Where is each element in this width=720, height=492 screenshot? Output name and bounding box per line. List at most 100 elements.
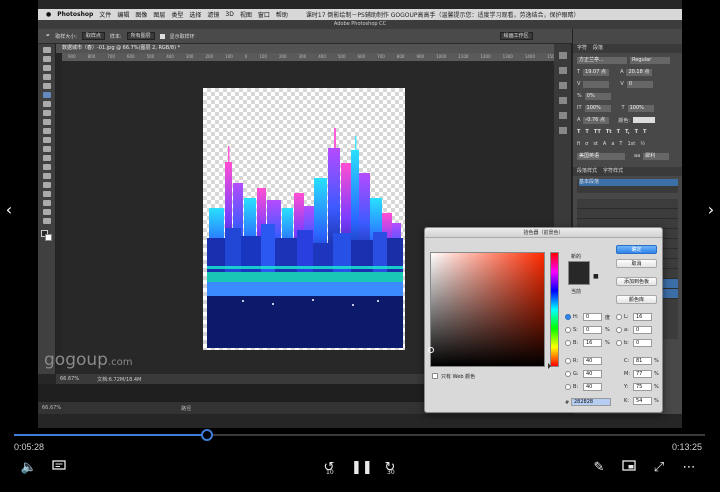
y-field[interactable]: 75 xyxy=(633,383,652,391)
pen-icon[interactable]: ✎ xyxy=(590,460,608,476)
current-color-swatch[interactable] xyxy=(568,273,590,285)
lasso-tool-icon xyxy=(42,65,51,71)
ruler-tick-label: 500 xyxy=(337,54,346,59)
layer-row xyxy=(577,199,678,209)
m-field[interactable]: 77 xyxy=(633,370,652,378)
blue-radio[interactable] xyxy=(565,384,571,390)
previous-arrow-icon[interactable]: ‹ xyxy=(2,200,16,220)
history-panel-icon xyxy=(558,52,567,59)
paragraph-style-tabs: 段落样式 字符样式 xyxy=(573,167,682,176)
more-options-icon[interactable]: ⋯ xyxy=(680,460,698,476)
b-field[interactable]: 16 xyxy=(583,339,602,347)
h-unit: 度 xyxy=(605,315,611,321)
a-field[interactable]: 0 xyxy=(633,326,652,334)
tracking-field: 0 xyxy=(626,80,653,88)
aa-icon: aa xyxy=(634,153,641,159)
color-picker-dialog: 拾色器（前景色） 新的 当前 ■ 确定 取消 添加到色板 颜色库 H: 0 度 … xyxy=(424,227,663,413)
s-radio[interactable] xyxy=(565,327,571,333)
paragraph-panel-icon xyxy=(558,97,567,104)
subtitles-icon[interactable] xyxy=(50,460,68,476)
progress-handle[interactable] xyxy=(201,429,213,441)
baseline-row: A -0.76 点 颜色: xyxy=(573,115,682,125)
kerning-row: % 0% xyxy=(573,91,682,101)
r-field[interactable]: 40 xyxy=(583,357,602,365)
menu-image: 图像 xyxy=(135,12,148,19)
k-field[interactable]: 54 xyxy=(633,397,652,405)
g-field[interactable]: 40 xyxy=(583,370,602,378)
l-radio[interactable] xyxy=(616,314,622,320)
color-libraries-button[interactable]: 颜色库 xyxy=(616,295,657,304)
hscale-field: 100% xyxy=(627,104,654,112)
style-buttons-row: T T TT Tt T T, T T xyxy=(573,127,682,137)
h-radio[interactable] xyxy=(565,314,571,320)
color-picker-cursor xyxy=(428,347,434,353)
lab-b-field[interactable]: 0 xyxy=(633,339,652,347)
web-safe-warning-icon: ■ xyxy=(593,273,599,280)
a-radio[interactable] xyxy=(616,327,622,333)
fraction-icon: 1st xyxy=(627,141,636,147)
c-field[interactable]: 81 xyxy=(633,357,652,365)
cancel-button[interactable]: 取消 xyxy=(616,259,657,268)
volume-icon[interactable]: 🔈 xyxy=(20,460,38,476)
b-radio[interactable] xyxy=(565,340,571,346)
ruler-tick-label: 200 xyxy=(205,54,214,59)
ruler-tick-label: 100 xyxy=(225,54,233,59)
eyedropper-icon: ✒ xyxy=(46,33,51,39)
tracking-icon: V xyxy=(620,81,624,87)
ruler-tick-label: 800 xyxy=(87,54,96,59)
add-to-swatches-button[interactable]: 添加到色板 xyxy=(616,277,657,286)
watermark-suffix: .com xyxy=(107,357,133,368)
menu-type: 类型 xyxy=(171,12,184,19)
web-only-checkbox[interactable] xyxy=(432,373,438,379)
menu-photoshop: Photoshop xyxy=(57,11,94,18)
ruler-tick-label: 1200 xyxy=(480,54,491,59)
b-label: B: xyxy=(573,340,579,346)
ruler-tick-label: 700 xyxy=(107,54,115,59)
ruler-tick-label: 800 xyxy=(396,54,405,59)
ruler-tick-label: 600 xyxy=(357,54,366,59)
document-tab: 数据城市（春）-01.jpg @ 66.7%(图层 2, RGB/8) * xyxy=(56,44,590,53)
saturation-value-field[interactable] xyxy=(428,252,545,367)
font-size-icon: T xyxy=(577,69,581,75)
web-only-label: 只有 Web 颜色 xyxy=(441,374,476,380)
dodge-tool-icon xyxy=(42,164,51,170)
miniplayer-icon[interactable] xyxy=(620,460,638,476)
strike-icon: T xyxy=(643,129,647,135)
s-field[interactable]: 0 xyxy=(583,326,602,334)
elapsed-time: 0:05:28 xyxy=(14,442,45,452)
blue-label: B: xyxy=(573,384,579,390)
language-row: 美国英语 aa 犀利 xyxy=(573,151,682,161)
h-field[interactable]: 0 xyxy=(583,313,602,321)
ruler-tick-label: 900 xyxy=(68,54,76,59)
subscript-icon: T, xyxy=(625,129,630,135)
blue-field[interactable]: 40 xyxy=(583,383,602,391)
skip-forward-icon[interactable]: ↻ 30 xyxy=(381,460,399,476)
lab-b-radio[interactable] xyxy=(616,340,622,346)
move-tool-icon xyxy=(42,47,51,53)
titling-icon: a xyxy=(611,141,615,147)
menu-filter: 滤镜 xyxy=(207,12,220,19)
current-color-label: 当前 xyxy=(571,289,582,295)
g-radio[interactable] xyxy=(565,371,571,377)
r-radio[interactable] xyxy=(565,358,571,364)
blur-tool-icon xyxy=(42,155,51,161)
ok-button[interactable]: 确定 xyxy=(616,245,657,254)
ruler-tick-label: 300 xyxy=(298,54,307,59)
fullscreen-icon[interactable]: ⤢ xyxy=(650,460,668,476)
l-field[interactable]: 16 xyxy=(633,313,652,321)
underline-icon: T xyxy=(634,129,639,135)
layer-row xyxy=(577,209,678,219)
ruler-tick-label: 900 xyxy=(416,54,425,59)
skip-back-icon[interactable]: ↺ 10 xyxy=(320,460,338,476)
color-picker-title: 拾色器（前景色） xyxy=(425,228,662,238)
y-unit: % xyxy=(654,384,659,390)
hue-slider-handle[interactable] xyxy=(548,363,551,369)
tab-paragraph: 段落 xyxy=(593,45,604,51)
k-label: K: xyxy=(624,398,629,404)
menu-select: 选择 xyxy=(189,12,202,19)
pause-button[interactable]: ❚❚ xyxy=(351,460,373,476)
hue-slider[interactable] xyxy=(548,252,559,369)
next-arrow-icon[interactable]: › xyxy=(704,200,718,220)
hand-tool-icon xyxy=(42,209,51,215)
hex-field[interactable]: 282828 xyxy=(571,398,611,406)
